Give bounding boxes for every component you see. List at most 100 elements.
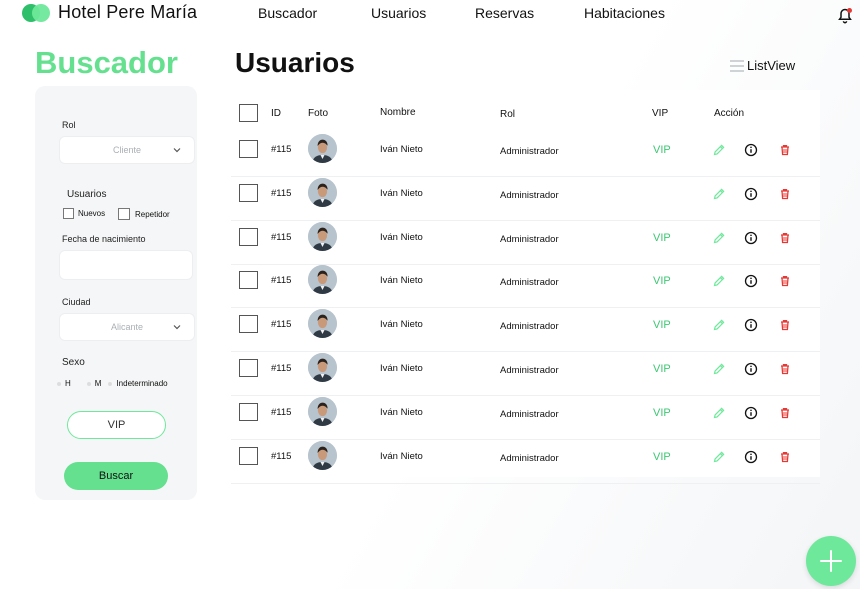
avatar (308, 265, 337, 295)
nuevos-label: Nuevos (78, 209, 106, 218)
fecha-input[interactable] (59, 250, 193, 280)
cell-nombre: Iván Nieto (380, 275, 423, 287)
table-row: #115 Iván Nieto Administrador VIP (231, 352, 820, 396)
cell-rol: Administrador (500, 277, 559, 289)
info-icon[interactable] (744, 450, 758, 464)
edit-icon[interactable] (712, 318, 726, 332)
column-header-foto: Foto (308, 108, 329, 119)
column-header-nombre: Nombre (380, 107, 416, 118)
vip-filter-button[interactable]: VIP (67, 411, 166, 439)
info-icon[interactable] (744, 318, 758, 332)
cell-id: #115 (271, 450, 292, 462)
cell-vip: VIP (653, 231, 671, 244)
cell-rol: Administrador (500, 408, 559, 420)
listview-toggle[interactable]: ListView (730, 58, 795, 73)
row-checkbox[interactable] (239, 183, 258, 202)
info-icon[interactable] (744, 406, 758, 420)
rol-select-value: Cliente (112, 145, 141, 155)
sexo-h-radio[interactable] (57, 381, 61, 386)
usuarios-repetidor-option[interactable]: Repetidor (118, 208, 170, 220)
delete-icon[interactable] (778, 231, 792, 245)
bell-icon[interactable] (838, 8, 852, 24)
rol-select[interactable]: Cliente (59, 136, 195, 164)
edit-icon[interactable] (712, 187, 726, 201)
column-header-id: ID (271, 108, 281, 119)
avatar (308, 353, 337, 382)
column-header-vip: VIP (652, 108, 669, 119)
repetidor-checkbox[interactable] (118, 208, 130, 220)
cell-rol: Administrador (500, 452, 559, 464)
delete-icon[interactable] (778, 318, 792, 332)
nav-item-habitaciones[interactable]: Habitaciones (584, 5, 665, 21)
sexo-h-label: H (65, 379, 71, 388)
sexo-indeterminado-radio[interactable] (108, 381, 113, 386)
add-button[interactable] (806, 536, 856, 586)
delete-icon[interactable] (778, 362, 792, 376)
nav-item-buscador[interactable]: Buscador (258, 5, 317, 21)
cell-rol: Administrador (500, 189, 559, 201)
row-checkbox[interactable] (239, 140, 258, 158)
sexo-m-radio[interactable] (86, 381, 91, 386)
row-checkbox[interactable] (239, 227, 258, 246)
cell-rol: Administrador (500, 365, 559, 376)
nuevos-checkbox[interactable] (63, 208, 74, 219)
row-checkbox[interactable] (239, 315, 258, 334)
avatar (308, 177, 337, 207)
fecha-label: Fecha de nacimiento (62, 234, 146, 244)
table-row: #115 Iván Nieto Administrador VIP (231, 221, 820, 265)
cell-id: #115 (271, 319, 292, 331)
delete-icon[interactable] (778, 406, 792, 420)
info-icon[interactable] (744, 143, 758, 157)
ciudad-select-value: Alicante (110, 322, 144, 332)
cell-rol: Administrador (500, 321, 559, 333)
page-title: Usuarios (235, 47, 355, 78)
edit-icon[interactable] (712, 362, 726, 376)
cell-vip: VIP (653, 275, 671, 288)
ciudad-label: Ciudad (62, 297, 91, 307)
delete-icon[interactable] (778, 187, 792, 201)
edit-icon[interactable] (712, 143, 726, 157)
sexo-label: Sexo (62, 357, 85, 368)
cell-id: #115 (271, 275, 292, 287)
table-row: #115 Iván Nieto Administrador VIP (231, 264, 820, 309)
edit-icon[interactable] (712, 406, 726, 420)
table-row: #115 Iván Nieto Administrador VIP (231, 440, 820, 484)
chevron-down-icon (173, 325, 181, 330)
plus-icon (820, 550, 842, 572)
table-row: #115 Iván Nieto Administrador VIP (231, 396, 820, 440)
table-row: #115 Iván Nieto Administrador (231, 177, 820, 221)
table-row: #115 Iván Nieto Administrador VIP (231, 308, 820, 353)
edit-icon[interactable] (712, 450, 726, 464)
cell-id: #115 (271, 231, 292, 243)
delete-icon[interactable] (778, 274, 792, 288)
list-icon (730, 59, 744, 72)
row-checkbox[interactable] (239, 402, 258, 421)
cell-rol: Administrador (500, 233, 559, 245)
notification-badge (847, 8, 852, 13)
cell-vip: VIP (653, 450, 671, 463)
row-checkbox[interactable] (239, 271, 258, 290)
rol-label: Rol (62, 120, 76, 130)
usuarios-nuevos-option[interactable]: Nuevos (63, 208, 105, 219)
info-icon[interactable] (744, 231, 758, 245)
row-checkbox[interactable] (239, 446, 258, 465)
search-button[interactable]: Buscar (64, 462, 168, 490)
edit-icon[interactable] (712, 274, 726, 288)
users-table: ID Foto Nombre Rol VIP Acción #115 Iván N… (231, 90, 820, 484)
delete-icon[interactable] (778, 143, 792, 157)
usuarios-filter-label: Usuarios (67, 189, 107, 200)
delete-icon[interactable] (778, 450, 792, 464)
nav-item-reservas[interactable]: Reservas (475, 5, 534, 21)
vip-filter-label: VIP (107, 419, 126, 431)
info-icon[interactable] (744, 187, 758, 201)
select-all-checkbox[interactable] (239, 104, 258, 122)
info-icon[interactable] (744, 362, 758, 376)
info-icon[interactable] (744, 274, 758, 288)
edit-icon[interactable] (712, 231, 726, 245)
ciudad-select[interactable]: Alicante (59, 313, 195, 341)
nav-item-usuarios[interactable]: Usuarios (371, 5, 426, 21)
avatar (308, 440, 337, 470)
row-checkbox[interactable] (239, 359, 258, 377)
chevron-down-icon (173, 148, 181, 153)
cell-id: #115 (271, 187, 292, 199)
